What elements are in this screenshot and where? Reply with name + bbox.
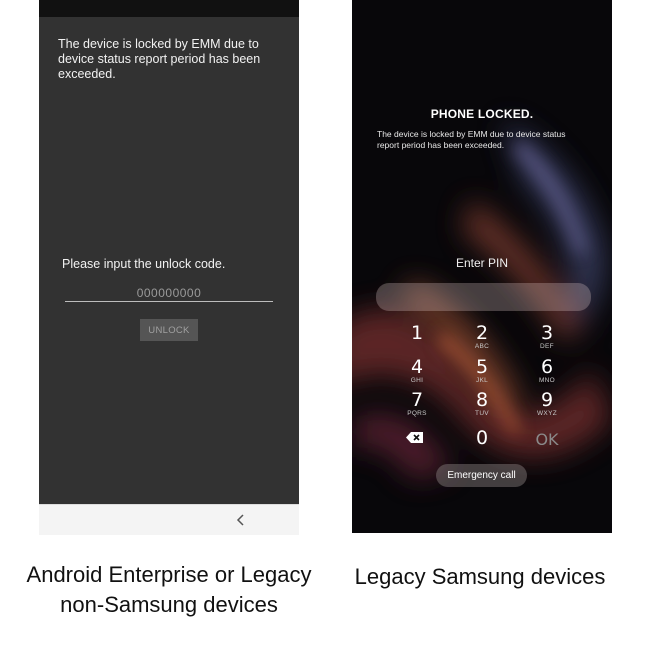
phone-locked-title: PHONE LOCKED. bbox=[430, 107, 534, 121]
key-digit: 9 bbox=[540, 389, 554, 411]
keypad-key-3[interactable]: 3 DEF bbox=[522, 323, 572, 355]
key-digit: 1 bbox=[410, 322, 424, 344]
navigation-bar bbox=[39, 504, 299, 535]
key-digit: 3 bbox=[540, 322, 554, 344]
key-digit: 0 bbox=[475, 427, 489, 449]
back-chevron-icon[interactable] bbox=[235, 513, 247, 527]
keypad-key-1[interactable]: 1 bbox=[392, 323, 442, 355]
keypad-key-2[interactable]: 2 ABC bbox=[457, 323, 507, 355]
keypad-key-8[interactable]: 8 TUV bbox=[457, 390, 507, 422]
key-digit: 8 bbox=[475, 389, 489, 411]
key-letters: PQRS bbox=[407, 410, 427, 417]
caption-legacy-samsung: Legacy Samsung devices bbox=[354, 564, 606, 589]
unlock-prompt: Please input the unlock code. bbox=[62, 257, 226, 271]
lock-message: The device is locked by EMM due to devic… bbox=[377, 129, 566, 150]
key-letters: DEF bbox=[540, 343, 554, 350]
key-letters: MNO bbox=[538, 377, 556, 384]
caption-android-enterprise: Android Enterprise or Legacy non-Samsung… bbox=[26, 562, 312, 617]
key-digit: 5 bbox=[475, 356, 489, 378]
key-letters: ABC bbox=[474, 343, 490, 350]
enter-pin-label: Enter PIN bbox=[455, 256, 509, 270]
ok-key-label: OK bbox=[535, 430, 559, 449]
key-letters: TUV bbox=[475, 410, 489, 417]
unlock-button[interactable]: UNLOCK bbox=[140, 319, 198, 341]
emergency-call-button[interactable]: Emergency call bbox=[436, 464, 527, 487]
keypad-key-4[interactable]: 4 GHI bbox=[392, 357, 442, 389]
key-letters: GHI bbox=[410, 377, 424, 384]
keypad-key-7[interactable]: 7 PQRS bbox=[392, 390, 442, 422]
key-letters: JKL bbox=[475, 377, 489, 384]
unlock-code-input[interactable] bbox=[65, 285, 273, 302]
status-bar bbox=[39, 0, 299, 17]
key-letters: WXYZ bbox=[537, 410, 557, 417]
pin-input[interactable] bbox=[376, 283, 591, 311]
keypad-key-6[interactable]: 6 MNO bbox=[522, 357, 572, 389]
backspace-icon[interactable] bbox=[405, 431, 425, 444]
key-digit: 4 bbox=[410, 356, 424, 378]
key-digit: 7 bbox=[410, 389, 424, 411]
lock-message: The device is locked by EMM due to devic… bbox=[58, 37, 261, 81]
key-digit: 2 bbox=[475, 322, 489, 344]
key-digit: 6 bbox=[540, 356, 554, 378]
android-enterprise-lock-screen: The device is locked by EMM due to devic… bbox=[39, 0, 299, 535]
keypad-ok-key[interactable]: OK bbox=[522, 430, 572, 462]
keypad-key-9[interactable]: 9 WXYZ bbox=[522, 390, 572, 422]
keypad-key-5[interactable]: 5 JKL bbox=[457, 357, 507, 389]
keypad-key-0[interactable]: 0 bbox=[457, 428, 507, 460]
samsung-lock-screen: PHONE LOCKED. The device is locked by EM… bbox=[352, 0, 612, 533]
